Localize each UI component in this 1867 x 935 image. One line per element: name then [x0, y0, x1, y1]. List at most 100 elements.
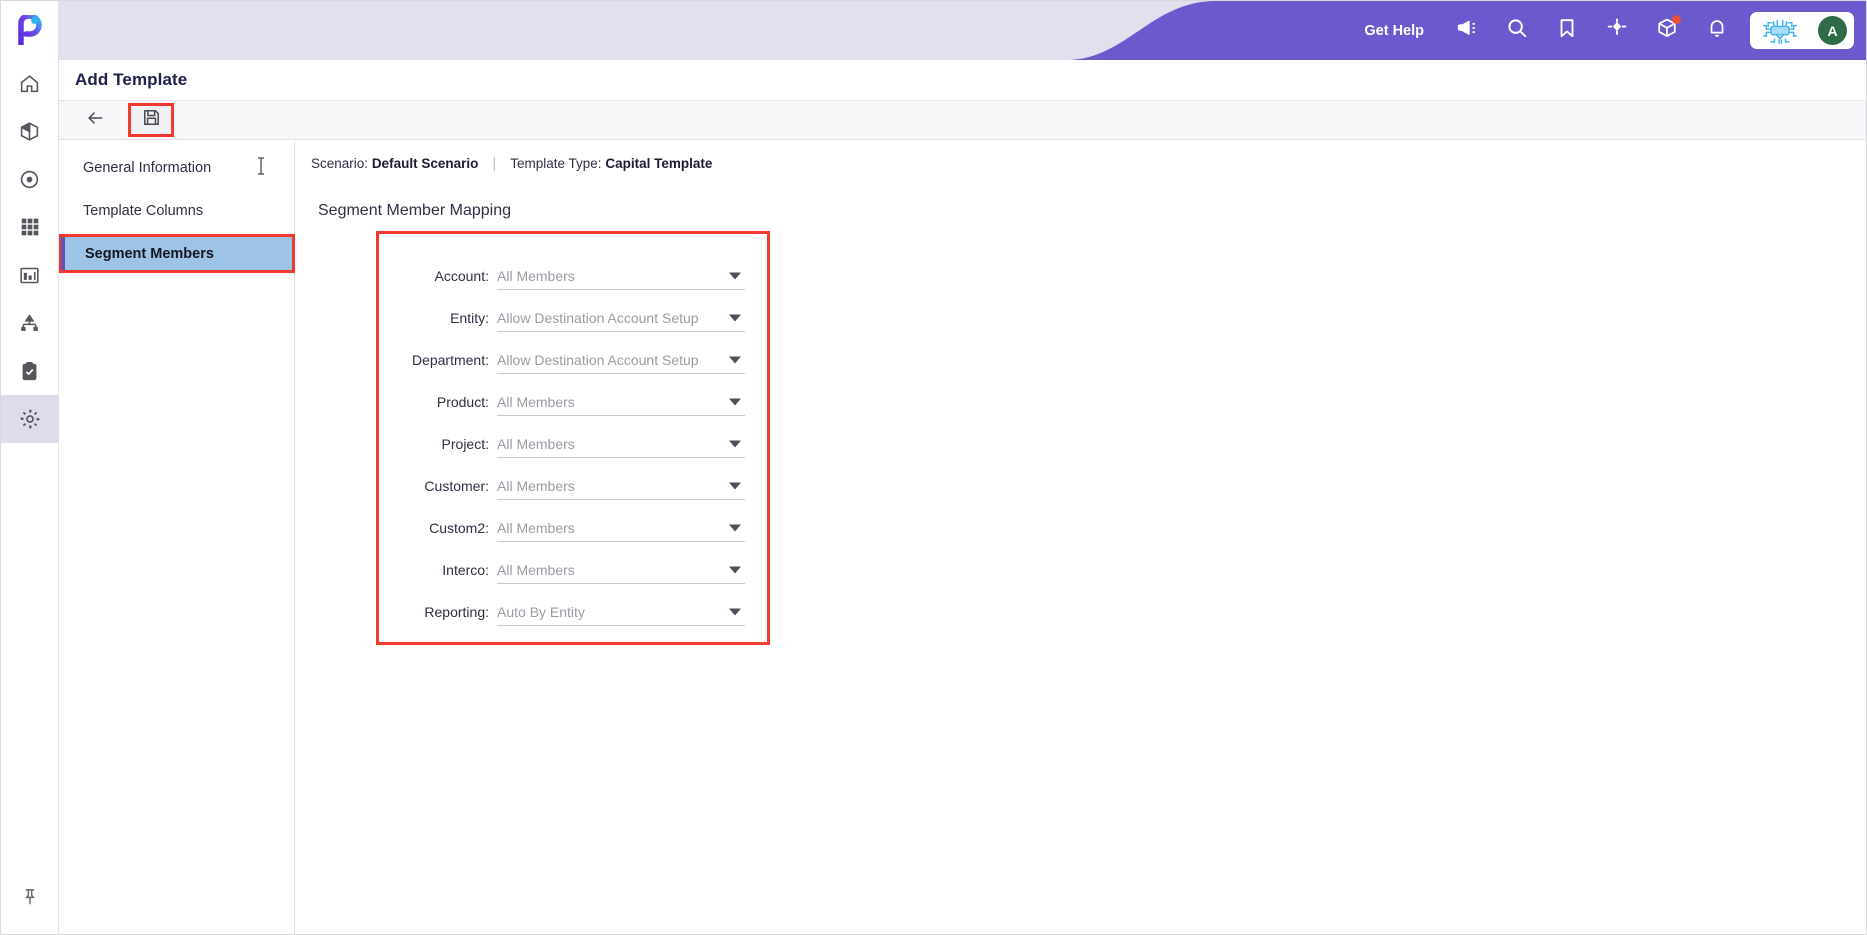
application-window: Get Help A Add Template General Informat… [0, 0, 1867, 935]
main-pane: Scenario: Default Scenario | Template Ty… [295, 141, 1866, 934]
field-value: All Members [497, 267, 575, 284]
announcements-button[interactable] [1442, 1, 1492, 60]
interco-dropdown[interactable]: All Members [497, 556, 745, 584]
field-value: All Members [497, 519, 575, 536]
form-row-department: Department: Allow Destination Account Se… [379, 332, 745, 374]
tab-segment-members[interactable]: Segment Members [58, 234, 295, 273]
field-label: Customer: [424, 478, 489, 494]
field-label: Account: [434, 268, 489, 284]
form-row-account: Account: All Members [379, 248, 745, 290]
scenario-label: Scenario: [311, 156, 369, 171]
breadcrumb: Scenario: Default Scenario | Template Ty… [311, 155, 1866, 172]
packages-button[interactable] [1642, 1, 1692, 60]
form-row-reporting: Reporting: Auto By Entity [379, 584, 745, 626]
field-value: All Members [497, 477, 575, 494]
chevron-down-icon[interactable] [729, 314, 741, 321]
breadcrumb-scenario: Scenario: Default Scenario [311, 156, 478, 171]
chevron-down-icon[interactable] [729, 356, 741, 363]
field-value: Auto By Entity [497, 603, 585, 620]
cube-icon [19, 121, 40, 142]
bookmarks-button[interactable] [1542, 1, 1592, 60]
sidebar-item-settings[interactable] [0, 395, 59, 443]
field-value: All Members [497, 393, 575, 410]
search-icon [1506, 17, 1528, 44]
tab-general-information[interactable]: General Information [59, 151, 294, 184]
save-button[interactable] [128, 103, 174, 137]
quick-actions-button[interactable] [1592, 1, 1642, 60]
breadcrumb-template-type: Template Type: Capital Template [510, 156, 712, 171]
bar-chart-icon [19, 265, 40, 286]
sidebar-item-pin[interactable] [1, 864, 59, 934]
compass-icon [1606, 17, 1628, 44]
page-title: Add Template [75, 70, 188, 89]
notifications-button[interactable] [1692, 1, 1742, 60]
template-type-label: Template Type: [510, 156, 602, 171]
form-row-project: Project: All Members [379, 416, 745, 458]
field-label: Custom2: [429, 520, 489, 536]
chevron-down-icon[interactable] [729, 608, 741, 615]
chevron-down-icon[interactable] [729, 566, 741, 573]
sidebar-item-reports[interactable] [1, 251, 59, 299]
customer-dropdown[interactable]: All Members [497, 472, 745, 500]
sidebar-item-target[interactable] [1, 155, 59, 203]
field-label: Entity: [450, 310, 489, 326]
reporting-dropdown[interactable]: Auto By Entity [497, 598, 745, 626]
tab-label: Template Columns [83, 202, 204, 219]
tab-label: General Information [83, 159, 212, 176]
grid-icon [20, 217, 40, 237]
tab-label: Segment Members [85, 245, 214, 262]
back-arrow-icon [85, 108, 105, 133]
department-dropdown[interactable]: Allow Destination Account Setup [497, 346, 745, 374]
rail-items [0, 59, 59, 443]
content-area: General Information Template Columns Seg… [58, 141, 1866, 934]
save-floppy-icon [142, 108, 161, 132]
ai-chip-icon[interactable] [1760, 16, 1800, 46]
field-value: All Members [497, 435, 575, 452]
home-icon [19, 73, 40, 94]
sidebar-item-home[interactable] [1, 59, 59, 107]
get-help-button[interactable]: Get Help [1346, 23, 1442, 39]
account-dropdown[interactable]: All Members [497, 262, 745, 290]
sidebar-item-hierarchy[interactable] [1, 299, 59, 347]
pin-icon [20, 887, 40, 912]
tabs-panel: General Information Template Columns Seg… [58, 141, 295, 934]
field-value: All Members [497, 561, 575, 578]
search-button[interactable] [1492, 1, 1542, 60]
field-value: Allow Destination Account Setup [497, 309, 699, 326]
chevron-down-icon[interactable] [729, 524, 741, 531]
chevron-down-icon[interactable] [729, 482, 741, 489]
sidebar-item-tasks[interactable] [1, 347, 59, 395]
back-button[interactable] [81, 106, 109, 134]
chevron-down-icon[interactable] [729, 440, 741, 447]
product-dropdown[interactable]: All Members [497, 388, 745, 416]
form-row-interco: Interco: All Members [379, 542, 745, 584]
planful-logo[interactable] [1, 1, 59, 59]
custom2-dropdown[interactable]: All Members [497, 514, 745, 542]
scenario-value: Default Scenario [371, 156, 479, 171]
target-icon [19, 169, 40, 190]
breadcrumb-separator: | [492, 155, 497, 172]
field-value: Allow Destination Account Setup [497, 351, 699, 368]
action-toolbar [59, 100, 1866, 140]
project-dropdown[interactable]: All Members [497, 430, 745, 458]
clipboard-check-icon [19, 361, 40, 382]
tab-template-columns[interactable]: Template Columns [59, 194, 294, 227]
section-title: Segment Member Mapping [318, 202, 511, 219]
field-label: Interco: [442, 562, 489, 578]
sidebar-item-models[interactable] [1, 107, 59, 155]
bookmark-icon [1556, 17, 1578, 44]
gear-icon [19, 408, 41, 430]
segment-member-mapping-form: Account: All Members Entity: Allow Desti… [376, 231, 770, 645]
sidebar-item-grid[interactable] [1, 203, 59, 251]
entity-dropdown[interactable]: Allow Destination Account Setup [497, 304, 745, 332]
field-label: Reporting: [424, 604, 489, 620]
field-label: Project: [441, 436, 489, 452]
page-title-bar: Add Template [59, 60, 1866, 100]
field-label: Product: [436, 394, 489, 410]
form-row-product: Product: All Members [379, 374, 745, 416]
field-label: Department: [411, 352, 489, 368]
chevron-down-icon[interactable] [729, 272, 741, 279]
left-navigation-rail [0, 1, 59, 934]
avatar[interactable]: A [1818, 16, 1847, 45]
chevron-down-icon[interactable] [729, 398, 741, 405]
